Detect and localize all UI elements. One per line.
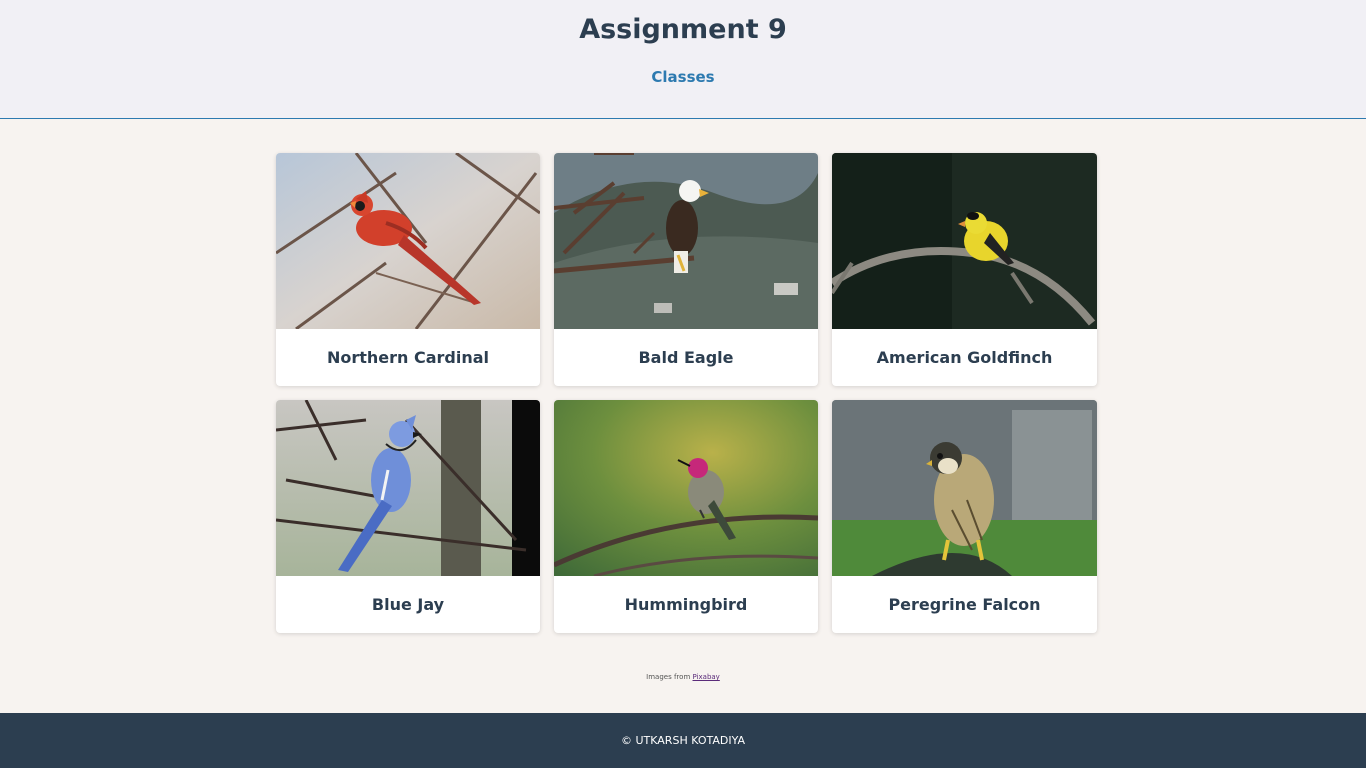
bird-name: Hummingbird — [624, 595, 748, 614]
bird-name: Northern Cardinal — [326, 348, 490, 367]
bird-name: Bald Eagle — [638, 348, 734, 367]
credit-prefix: Images from — [646, 673, 691, 681]
bird-card-northern-cardinal[interactable]: Northern Cardinal — [276, 153, 540, 386]
bird-card-bald-eagle[interactable]: Bald Eagle — [554, 153, 818, 386]
bird-card-american-goldfinch[interactable]: American Goldfinch — [832, 153, 1097, 386]
hummingbird-image — [554, 400, 818, 576]
bird-card-blue-jay[interactable]: Blue Jay — [276, 400, 540, 633]
site-footer: © UTKARSH KOTADIYA — [0, 713, 1366, 768]
bald-eagle-image — [554, 153, 818, 329]
bird-gallery: Northern Cardinal Bald Eagle American Go… — [276, 153, 1097, 633]
northern-cardinal-image — [276, 153, 540, 329]
site-header: Assignment 9 Classes — [0, 0, 1366, 119]
peregrine-falcon-image — [832, 400, 1097, 576]
bird-name: American Goldfinch — [876, 348, 1053, 367]
image-credit: Images from Pixabay — [0, 673, 1366, 681]
page-title: Assignment 9 — [579, 14, 787, 45]
pixabay-link[interactable]: Pixabay — [693, 673, 720, 681]
bird-name: Blue Jay — [371, 595, 445, 614]
bird-name: Peregrine Falcon — [888, 595, 1041, 614]
footer-copyright: © UTKARSH KOTADIYA — [621, 734, 745, 747]
american-goldfinch-image — [832, 153, 1097, 329]
blue-jay-image — [276, 400, 540, 576]
classes-link[interactable]: Classes — [0, 68, 1366, 86]
bird-card-peregrine-falcon[interactable]: Peregrine Falcon — [832, 400, 1097, 633]
bird-card-hummingbird[interactable]: Hummingbird — [554, 400, 818, 633]
